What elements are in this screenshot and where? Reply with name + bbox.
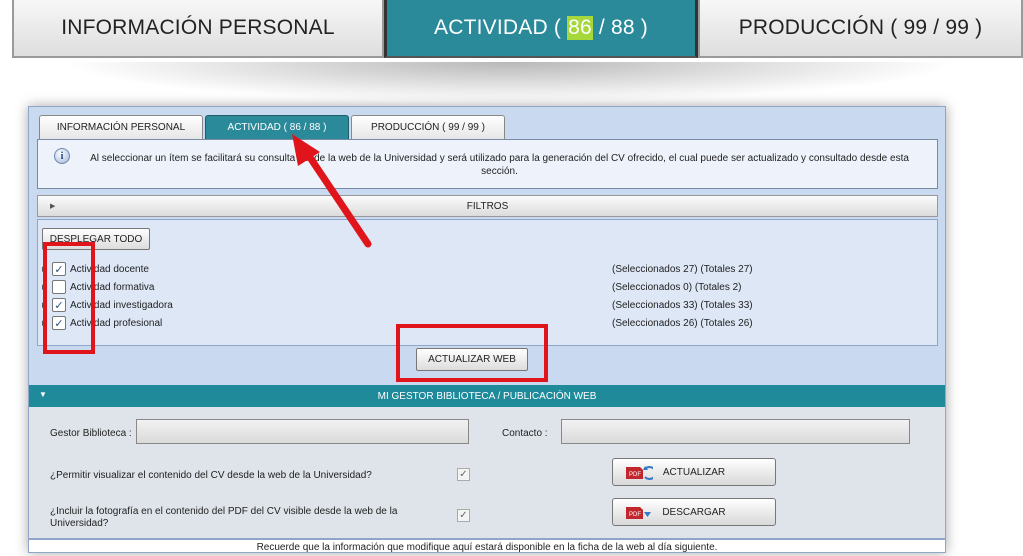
- zoomed-tab-selected-count: 86: [567, 16, 593, 40]
- zoom-shadow: [60, 62, 960, 102]
- tab-informacion-personal[interactable]: INFORMACIÓN PERSONAL: [39, 115, 203, 139]
- zoomed-tab-actividad-prefix: ACTIVIDAD (: [434, 16, 562, 39]
- gestor-biblioteca-label: Gestor Biblioteca :: [50, 428, 132, 439]
- contacto-field[interactable]: [561, 419, 910, 444]
- zoomed-tab-actividad-suffix: / 88 ): [598, 16, 648, 39]
- footer-note: Recuerde que la información que modifiqu…: [29, 538, 945, 553]
- triangle-right-icon: ▶: [50, 203, 56, 210]
- zoomed-tab-actividad[interactable]: ACTIVIDAD ( 86 / 88 ): [384, 0, 698, 58]
- question-visualizar: ¿Permitir visualizar el contenido del CV…: [50, 470, 372, 481]
- download-button[interactable]: PDF DESCARGAR: [612, 498, 776, 526]
- zoomed-tab-personal[interactable]: INFORMACIÓN PERSONAL: [12, 0, 384, 58]
- update-button[interactable]: PDF ACTUALIZAR: [612, 458, 776, 486]
- svg-text:PDF: PDF: [629, 472, 641, 478]
- annotation-box-update-web: [396, 324, 548, 382]
- gestor-bar[interactable]: ▼ MI GESTOR BIBLIOTECA / PUBLICACIÓN WEB: [29, 385, 945, 407]
- zoomed-tab-strip: INFORMACIÓN PERSONAL ACTIVIDAD ( 86 / 88…: [0, 0, 1023, 60]
- triangle-down-icon: ▼: [39, 390, 47, 399]
- filters-label: FILTROS: [466, 200, 509, 212]
- tab-bar: INFORMACIÓN PERSONAL ACTIVIDAD ( 86 / 88…: [39, 115, 507, 139]
- tab-produccion[interactable]: PRODUCCIÓN ( 99 / 99 ): [351, 115, 505, 139]
- activity-counts: (Seleccionados 33) (Totales 33): [612, 299, 753, 311]
- pdf-download-icon: PDF: [626, 507, 651, 519]
- annotation-box-checkboxes: [43, 242, 95, 354]
- download-label: DESCARGAR: [662, 506, 726, 518]
- info-message: i Al seleccionar un ítem se facilitará s…: [37, 139, 938, 189]
- activity-counts: (Seleccionados 0) (Totales 2): [612, 281, 742, 293]
- question-fotografia: ¿Incluir la fotografía en el contenido d…: [50, 506, 398, 529]
- filters-bar[interactable]: ▶ FILTROS: [37, 195, 938, 217]
- info-icon: i: [54, 148, 70, 164]
- update-label: ACTUALIZAR: [662, 466, 726, 478]
- gestor-title: MI GESTOR BIBLIOTECA / PUBLICACIÓN WEB: [377, 390, 597, 402]
- activity-counts: (Seleccionados 27) (Totales 27): [612, 263, 753, 275]
- contacto-label: Contacto :: [502, 428, 548, 439]
- pdf-refresh-icon: PDF: [626, 466, 653, 480]
- zoomed-tab-produccion[interactable]: PRODUCCIÓN ( 99 / 99 ): [698, 0, 1023, 58]
- checkbox-fotografia[interactable]: ✓: [457, 509, 470, 522]
- gestor-area: Gestor Biblioteca : Contacto : ¿Permitir…: [29, 407, 945, 538]
- tab-actividad[interactable]: ACTIVIDAD ( 86 / 88 ): [205, 115, 349, 139]
- info-text: Al seleccionar un ítem se facilitará su …: [90, 153, 909, 177]
- gestor-biblioteca-field[interactable]: [136, 419, 469, 444]
- svg-text:PDF: PDF: [629, 512, 641, 518]
- checkbox-visualizar[interactable]: ✓: [457, 468, 470, 481]
- activity-counts: (Seleccionados 26) (Totales 26): [612, 317, 753, 329]
